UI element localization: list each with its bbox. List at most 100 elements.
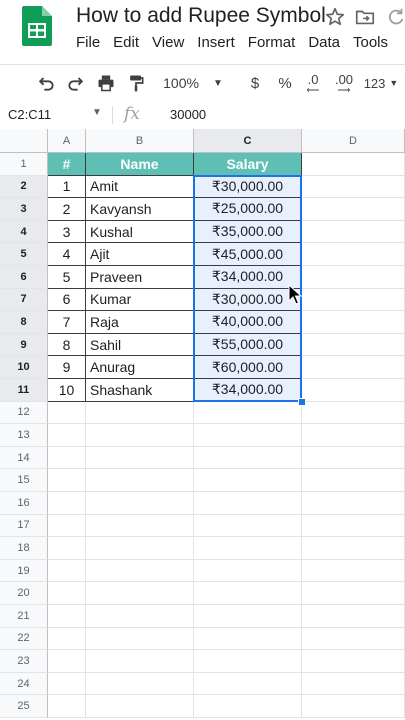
table-cell-salary[interactable]: ₹34,000.00 <box>194 379 302 402</box>
cell-d21[interactable] <box>302 605 405 628</box>
table-cell-index[interactable]: 5 <box>48 266 86 289</box>
cell-b12[interactable] <box>86 401 194 425</box>
cell-a25[interactable] <box>48 695 86 718</box>
increase-decimal-button[interactable]: .00 ⟶ <box>330 65 358 101</box>
cell-c22[interactable] <box>194 627 302 651</box>
table-cell-salary[interactable]: ₹35,000.00 <box>194 220 302 244</box>
menu-view[interactable]: View <box>152 34 184 51</box>
percent-format-button[interactable]: % <box>272 65 298 101</box>
select-all-corner[interactable] <box>0 129 48 153</box>
cell-d22[interactable] <box>302 627 405 651</box>
table-cell-index[interactable]: 3 <box>48 220 86 244</box>
row-header-17[interactable]: 17 <box>0 514 48 538</box>
cell-d17[interactable] <box>302 514 405 538</box>
menu-edit[interactable]: Edit <box>113 34 139 51</box>
cell-d18[interactable] <box>302 537 405 560</box>
cell-b24[interactable] <box>86 672 194 696</box>
cell-d25[interactable] <box>302 695 405 718</box>
row-header-24[interactable]: 24 <box>0 672 48 696</box>
cell-a23[interactable] <box>48 650 86 673</box>
row-header-13[interactable]: 13 <box>0 424 48 447</box>
table-cell-salary[interactable]: ₹60,000.00 <box>194 356 302 379</box>
table-header-cell[interactable]: Salary <box>194 153 302 176</box>
table-cell-name[interactable]: Amit <box>86 175 194 199</box>
cell-d8[interactable] <box>302 311 405 334</box>
row-header-11[interactable]: 11 <box>0 379 48 402</box>
cell-b14[interactable] <box>86 446 194 470</box>
cell-b15[interactable] <box>86 469 194 492</box>
row-header-25[interactable]: 25 <box>0 695 48 718</box>
cell-d15[interactable] <box>302 469 405 492</box>
table-cell-name[interactable]: Kavyansh <box>86 198 194 221</box>
cell-c17[interactable] <box>194 514 302 538</box>
sheets-logo-icon[interactable] <box>22 6 52 46</box>
column-header-c[interactable]: C <box>194 129 302 153</box>
cell-c18[interactable] <box>194 537 302 560</box>
cell-d24[interactable] <box>302 672 405 696</box>
cell-a22[interactable] <box>48 627 86 651</box>
star-icon[interactable] <box>324 6 346 28</box>
cell-d13[interactable] <box>302 424 405 447</box>
table-cell-index[interactable]: 2 <box>48 198 86 221</box>
menu-data[interactable]: Data <box>308 34 340 51</box>
cell-c25[interactable] <box>194 695 302 718</box>
more-formats-button[interactable]: 123 ▼ <box>360 65 402 101</box>
row-header-16[interactable]: 16 <box>0 492 48 515</box>
table-cell-index[interactable]: 6 <box>48 288 86 312</box>
table-cell-salary[interactable]: ₹40,000.00 <box>194 311 302 334</box>
cell-d9[interactable] <box>302 333 405 357</box>
paint-format-button[interactable] <box>122 65 150 101</box>
menu-insert[interactable]: Insert <box>197 34 235 51</box>
table-cell-name[interactable]: Sahil <box>86 333 194 357</box>
row-header-3[interactable]: 3 <box>0 198 48 221</box>
table-header-cell[interactable]: Name <box>86 153 194 176</box>
table-cell-salary[interactable]: ₹45,000.00 <box>194 243 302 266</box>
menu-tools[interactable]: Tools <box>353 34 388 51</box>
table-cell-index[interactable]: 10 <box>48 379 86 402</box>
row-header-18[interactable]: 18 <box>0 537 48 560</box>
name-box[interactable]: C2:C11 <box>8 107 51 122</box>
table-cell-salary[interactable]: ₹34,000.00 <box>194 266 302 289</box>
formula-input[interactable]: 30000 <box>170 107 206 122</box>
row-header-23[interactable]: 23 <box>0 650 48 673</box>
cell-d3[interactable] <box>302 198 405 221</box>
cell-a13[interactable] <box>48 424 86 447</box>
zoom-select[interactable]: 100% ▼ <box>158 65 228 101</box>
cell-b16[interactable] <box>86 492 194 515</box>
cell-d2[interactable] <box>302 175 405 199</box>
decrease-decimal-button[interactable]: .0 ⟵ <box>300 65 326 101</box>
table-cell-salary[interactable]: ₹30,000.00 <box>194 175 302 199</box>
cell-c23[interactable] <box>194 650 302 673</box>
table-cell-index[interactable]: 4 <box>48 243 86 266</box>
cell-d20[interactable] <box>302 582 405 605</box>
chevron-down-icon[interactable]: ▼ <box>92 107 102 118</box>
cell-d11[interactable] <box>302 379 405 402</box>
row-header-20[interactable]: 20 <box>0 582 48 605</box>
table-header-cell[interactable]: # <box>48 153 86 176</box>
cell-d19[interactable] <box>302 559 405 583</box>
cell-d1[interactable] <box>302 153 405 176</box>
cell-d23[interactable] <box>302 650 405 673</box>
row-header-12[interactable]: 12 <box>0 401 48 425</box>
table-cell-index[interactable]: 9 <box>48 356 86 379</box>
table-cell-name[interactable]: Shashank <box>86 379 194 402</box>
print-button[interactable] <box>92 65 120 101</box>
cell-a24[interactable] <box>48 672 86 696</box>
cell-a15[interactable] <box>48 469 86 492</box>
table-cell-name[interactable]: Anurag <box>86 356 194 379</box>
row-header-1[interactable]: 1 <box>0 153 48 176</box>
cell-c13[interactable] <box>194 424 302 447</box>
cell-c19[interactable] <box>194 559 302 583</box>
row-header-4[interactable]: 4 <box>0 220 48 244</box>
cell-d7[interactable] <box>302 288 405 312</box>
cell-b18[interactable] <box>86 537 194 560</box>
column-header-a[interactable]: A <box>48 129 86 153</box>
table-cell-name[interactable]: Kumar <box>86 288 194 312</box>
table-cell-name[interactable]: Kushal <box>86 220 194 244</box>
cell-d12[interactable] <box>302 401 405 425</box>
cell-c21[interactable] <box>194 605 302 628</box>
table-cell-index[interactable]: 1 <box>48 175 86 199</box>
table-cell-index[interactable]: 8 <box>48 333 86 357</box>
currency-format-button[interactable]: $ <box>242 65 268 101</box>
cell-d5[interactable] <box>302 243 405 266</box>
